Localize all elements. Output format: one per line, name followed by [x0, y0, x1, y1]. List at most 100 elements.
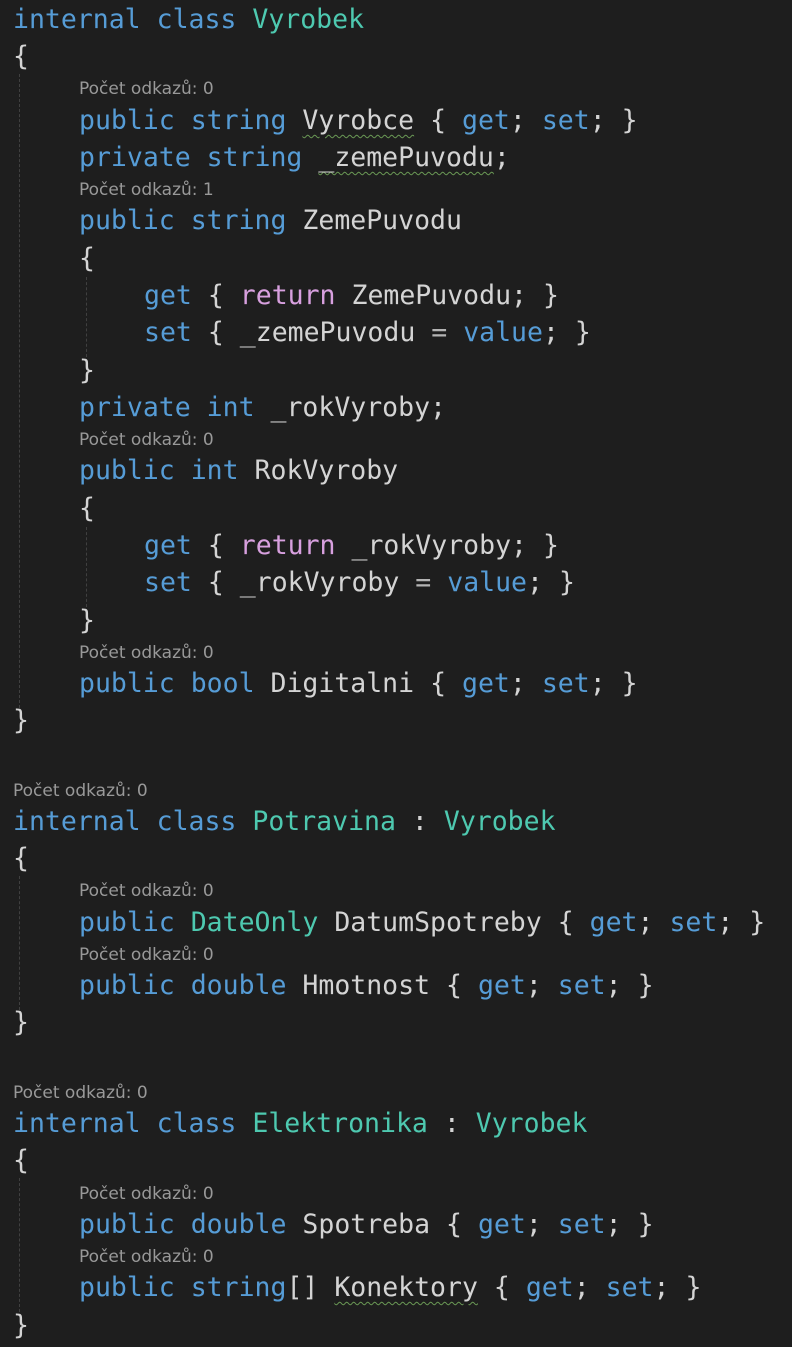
code-editor[interactable]: internal class Vyrobek { Počet odkazů: 0…	[0, 0, 792, 1347]
keyword: int	[190, 455, 239, 486]
keyword: class	[156, 806, 237, 837]
code-lens-references[interactable]: Počet odkazů: 0	[79, 1247, 214, 1267]
code-line[interactable]: public string ZemePuvodu	[79, 206, 462, 236]
code-line[interactable]: public string[] Konektory { get; set; }	[79, 1273, 701, 1303]
identifier: _rokVyroby	[351, 530, 512, 561]
keyword: internal	[13, 4, 141, 35]
indent-guide	[19, 876, 20, 1010]
punctuation: {	[493, 1272, 510, 1303]
keyword: private	[79, 142, 191, 173]
code-line[interactable]: {	[79, 244, 95, 274]
code-line[interactable]: {	[13, 42, 29, 72]
keyword: int	[206, 392, 255, 423]
punctuation: {	[430, 105, 447, 136]
punctuation: ;	[511, 280, 527, 311]
base-class-name: Vyrobek	[475, 1108, 588, 1139]
code-lens-references[interactable]: Počet odkazů: 0	[13, 1083, 148, 1103]
keyword: public	[79, 970, 175, 1001]
punctuation: ;	[430, 392, 447, 423]
code-line[interactable]: set { _zemePuvodu = value; }	[144, 318, 591, 348]
punctuation: ;	[653, 1272, 670, 1303]
code-line[interactable]: }	[13, 1008, 29, 1038]
accessor: set	[144, 567, 192, 598]
code-line[interactable]: }	[79, 606, 95, 636]
punctuation: }	[13, 1310, 29, 1341]
code-line[interactable]: {	[13, 844, 29, 874]
code-line[interactable]: private string _zemePuvodu;	[79, 143, 510, 173]
keyword: public	[79, 1209, 175, 1240]
code-lens-references[interactable]: Počet odkazů: 0	[79, 643, 214, 663]
property-name: Hmotnost	[302, 970, 431, 1001]
punctuation: ;	[589, 105, 606, 136]
property-name: ZemePuvodu	[302, 205, 462, 236]
property-name: Spotreba	[302, 1209, 431, 1240]
keyword: class	[156, 4, 237, 35]
indent-guide	[19, 1178, 20, 1312]
base-class-name: Vyrobek	[443, 806, 556, 837]
code-line[interactable]: }	[13, 1311, 29, 1341]
code-line[interactable]: public double Spotreba { get; set; }	[79, 1210, 654, 1240]
punctuation: }	[542, 280, 559, 311]
keyword: public	[79, 455, 175, 486]
punctuation: {	[446, 1209, 462, 1240]
punctuation: ;	[605, 970, 622, 1001]
code-lens-references[interactable]: Počet odkazů: 0	[79, 430, 214, 450]
accessor: get	[462, 668, 510, 699]
code-line[interactable]: }	[79, 356, 95, 386]
class-name: Elektronika	[252, 1108, 428, 1139]
punctuation: {	[207, 530, 224, 561]
operator: =	[415, 567, 432, 598]
field-name: _rokVyroby	[270, 392, 431, 423]
code-line[interactable]: }	[13, 706, 29, 736]
code-line[interactable]: {	[13, 1146, 29, 1176]
code-lens-references[interactable]: Počet odkazů: 1	[79, 180, 214, 200]
keyword: string	[190, 1272, 287, 1303]
punctuation: {	[446, 970, 462, 1001]
code-line[interactable]: public string Vyrobce { get; set; }	[79, 106, 638, 136]
keyword: bool	[190, 668, 255, 699]
code-lens-references[interactable]: Počet odkazů: 0	[79, 881, 214, 901]
punctuation: ;	[511, 530, 527, 561]
code-lens-references[interactable]: Počet odkazů: 0	[79, 1184, 214, 1204]
accessor: get	[144, 530, 192, 561]
punctuation: }	[79, 605, 95, 636]
code-lens-references[interactable]: Počet odkazů: 0	[79, 79, 214, 99]
property-name: Vyrobce	[302, 105, 415, 136]
punctuation: ;	[573, 1272, 590, 1303]
code-line[interactable]: set { _rokVyroby = value; }	[144, 568, 575, 598]
punctuation: ;	[525, 970, 542, 1001]
keyword: string	[206, 142, 303, 173]
code-line[interactable]: public double Hmotnost { get; set; }	[79, 971, 654, 1001]
code-line[interactable]: internal class Elektronika : Vyrobek	[13, 1109, 587, 1139]
code-line[interactable]: internal class Vyrobek	[13, 5, 364, 35]
keyword: internal	[13, 1108, 141, 1139]
punctuation: ;	[525, 1209, 542, 1240]
accessor: get	[477, 970, 526, 1001]
code-line[interactable]: public DateOnly DatumSpotreby { get; set…	[79, 908, 765, 938]
punctuation: ;	[542, 317, 559, 348]
keyword: double	[190, 970, 287, 1001]
keyword: string	[190, 105, 287, 136]
punctuation: }	[685, 1272, 702, 1303]
punctuation: }	[558, 567, 575, 598]
code-line[interactable]: public int RokVyroby	[79, 456, 398, 486]
code-lens-references[interactable]: Počet odkazů: 0	[13, 781, 148, 801]
code-line[interactable]: private int _rokVyroby;	[79, 393, 446, 423]
code-line[interactable]: internal class Potravina : Vyrobek	[13, 807, 556, 837]
punctuation: {	[430, 668, 447, 699]
keyword: class	[156, 1108, 237, 1139]
code-lens-references[interactable]: Počet odkazů: 0	[79, 945, 214, 965]
operator: =	[431, 317, 448, 348]
code-line[interactable]: {	[79, 494, 95, 524]
keyword: public	[79, 907, 175, 938]
code-line[interactable]: get { return _rokVyroby; }	[144, 531, 559, 561]
code-line[interactable]: public bool Digitalni { get; set; }	[79, 669, 638, 699]
punctuation: }	[621, 668, 638, 699]
accessor: set	[557, 970, 606, 1001]
accessor: get	[462, 105, 510, 136]
code-line[interactable]: get { return ZemePuvodu; }	[144, 281, 559, 311]
punctuation: }	[13, 705, 29, 736]
keyword: value	[447, 567, 528, 598]
punctuation: ;	[637, 907, 654, 938]
accessor: get	[525, 1272, 574, 1303]
